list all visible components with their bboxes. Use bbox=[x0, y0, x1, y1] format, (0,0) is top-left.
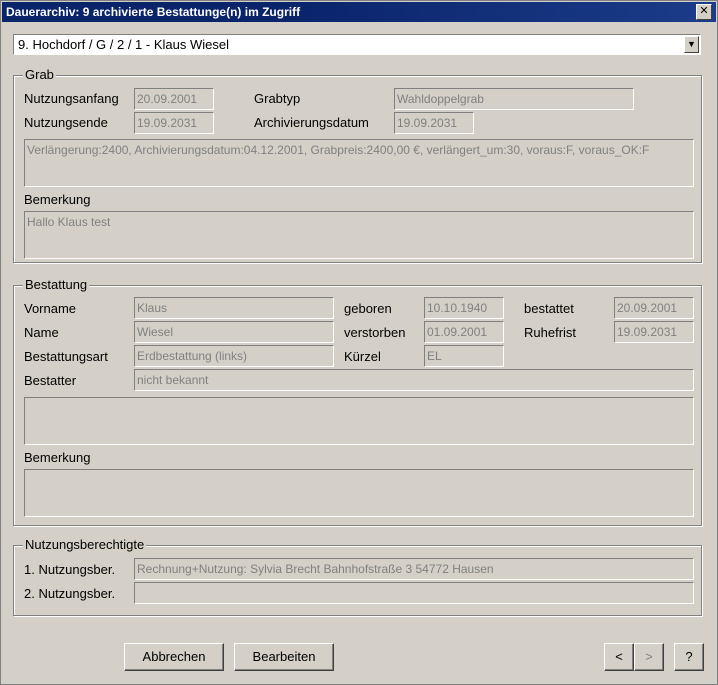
grabtyp-field[interactable]: Wahldoppelgrab bbox=[394, 88, 634, 110]
abbrechen-button[interactable]: Abbrechen bbox=[124, 643, 224, 671]
bestattet-label: bestattet bbox=[524, 301, 574, 316]
bestattung-info-textarea[interactable] bbox=[24, 397, 694, 445]
nutzungsber1-field[interactable]: Rechnung+Nutzung: Sylvia Brecht Bahnhofs… bbox=[134, 558, 694, 580]
grab-info-textarea[interactable]: Verlängerung:2400, Archivierungsdatum:04… bbox=[24, 139, 694, 187]
help-button[interactable]: ? bbox=[674, 643, 704, 671]
verstorben-field[interactable]: 01.09.2001 bbox=[424, 321, 504, 343]
verstorben-label: verstorben bbox=[344, 325, 406, 340]
nutzungsende-field[interactable]: 19.09.2031 bbox=[134, 112, 214, 134]
close-icon[interactable]: ✕ bbox=[696, 4, 712, 20]
dialog-window: Dauerarchiv: 9 archivierte Bestattunge(n… bbox=[0, 0, 718, 685]
bestattung-bemerkung-textarea[interactable] bbox=[24, 469, 694, 517]
nutzungsanfang-field[interactable]: 20.09.2001 bbox=[134, 88, 214, 110]
kuerzel-label: Kürzel bbox=[344, 349, 381, 364]
bestattungsart-label: Bestattungsart bbox=[24, 349, 108, 364]
nutzungsber2-field[interactable] bbox=[134, 582, 694, 604]
kuerzel-field[interactable]: EL bbox=[424, 345, 504, 367]
bestatter-label: Bestatter bbox=[24, 373, 77, 388]
nutzungsende-label: Nutzungsende bbox=[24, 115, 108, 130]
nutzungsber1-label: 1. Nutzungsber. bbox=[24, 562, 116, 577]
name-field[interactable]: Wiesel bbox=[134, 321, 334, 343]
nutzungsanfang-label: Nutzungsanfang bbox=[24, 91, 119, 106]
archivierungsdatum-field[interactable]: 19.09.2031 bbox=[394, 112, 474, 134]
bestatter-field[interactable]: nicht bekannt bbox=[134, 369, 694, 391]
nutzungsberechtigte-legend: Nutzungsberechtigte bbox=[23, 537, 147, 552]
ruhefrist-label: Ruhefrist bbox=[524, 325, 577, 340]
nutzungsber2-label: 2. Nutzungsber. bbox=[24, 586, 116, 601]
bearbeiten-button[interactable]: Bearbeiten bbox=[234, 643, 334, 671]
bestattungsart-field[interactable]: Erdbestattung (links) bbox=[134, 345, 334, 367]
bestattet-field[interactable]: 20.09.2001 bbox=[614, 297, 694, 319]
grab-bemerkung-textarea[interactable]: Hallo Klaus test bbox=[24, 211, 694, 259]
vorname-field[interactable]: Klaus bbox=[134, 297, 334, 319]
record-selector-dropdown[interactable]: 9. Hochdorf / G / 2 / 1 - Klaus Wiesel ▼ bbox=[13, 34, 701, 55]
vorname-label: Vorname bbox=[24, 301, 77, 316]
name-label: Name bbox=[24, 325, 59, 340]
grab-legend: Grab bbox=[23, 67, 56, 82]
record-selector-value: 9. Hochdorf / G / 2 / 1 - Klaus Wiesel bbox=[18, 37, 229, 52]
window-title: Dauerarchiv: 9 archivierte Bestattunge(n… bbox=[6, 5, 301, 19]
ruhefrist-field[interactable]: 19.09.2031 bbox=[614, 321, 694, 343]
bestattung-legend: Bestattung bbox=[23, 277, 90, 292]
title-bar[interactable]: Dauerarchiv: 9 archivierte Bestattunge(n… bbox=[2, 2, 716, 22]
grab-bemerkung-label: Bemerkung bbox=[24, 192, 91, 207]
archivierungsdatum-label: Archivierungsdatum bbox=[254, 115, 369, 130]
chevron-down-icon[interactable]: ▼ bbox=[684, 36, 699, 53]
geboren-field[interactable]: 10.10.1940 bbox=[424, 297, 504, 319]
bestattung-bemerkung-label: Bemerkung bbox=[24, 450, 91, 465]
nutzungsberechtigte-group bbox=[13, 545, 702, 616]
next-record-button[interactable]: > bbox=[634, 643, 664, 671]
previous-record-button[interactable]: < bbox=[604, 643, 634, 671]
grabtyp-label: Grabtyp bbox=[254, 91, 301, 106]
geboren-label: geboren bbox=[344, 301, 392, 316]
